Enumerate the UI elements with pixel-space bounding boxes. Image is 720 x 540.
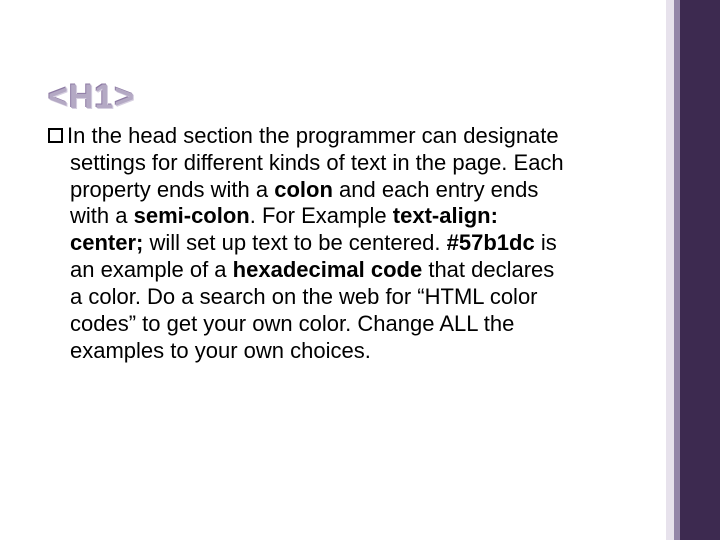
bullet-block: In the head section the programmer can d… [48, 123, 618, 364]
slide-heading: <H1> [48, 78, 618, 117]
text-bold: semi-colon [134, 203, 250, 228]
square-bullet-icon [48, 128, 63, 143]
body-paragraph: In the head section the programmer can d… [48, 123, 570, 364]
text-run: . For Example [250, 203, 393, 228]
text-run: will set up text to be centered. [143, 230, 446, 255]
text-bold: colon [274, 177, 333, 202]
text-bold: #57b1dc [447, 230, 535, 255]
right-accent-band [666, 0, 720, 540]
text-bold: hexadecimal code [233, 257, 423, 282]
slide-content: <H1> In the head section the programmer … [48, 78, 618, 364]
